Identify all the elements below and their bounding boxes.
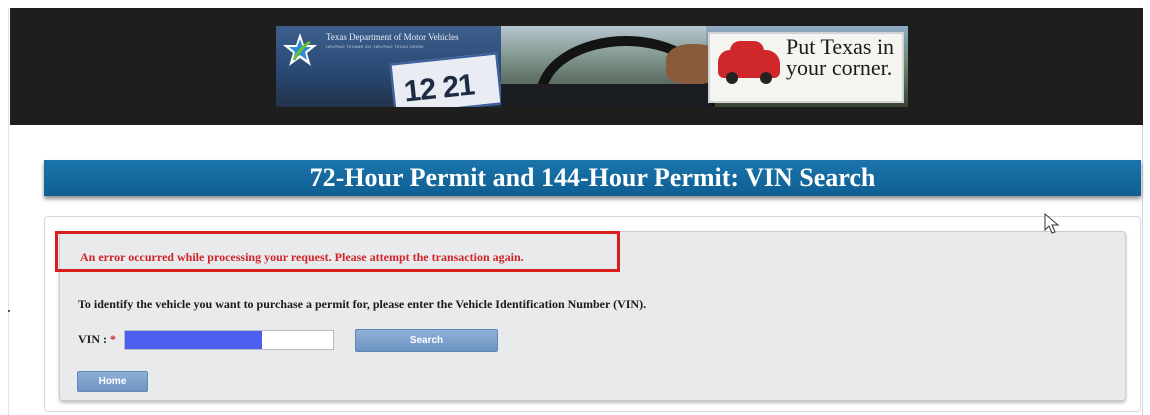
vin-redaction	[125, 331, 263, 349]
stray-dot	[8, 310, 10, 312]
page-title: 72-Hour Permit and 144-Hour Permit: VIN …	[309, 163, 876, 192]
agency-name: Texas Department of Motor Vehicles	[326, 32, 459, 42]
home-button[interactable]: Home	[77, 371, 148, 392]
banner-dashboard	[501, 84, 711, 107]
search-button[interactable]: Search	[355, 329, 498, 352]
sticker-date: 12 21	[402, 68, 476, 107]
page-title-bar: 72-Hour Permit and 144-Hour Permit: VIN …	[44, 160, 1141, 196]
vin-instruction: To identify the vehicle you want to purc…	[78, 297, 647, 311]
car-wheel-icon	[726, 72, 738, 84]
vin-input[interactable]	[124, 330, 334, 350]
vin-label-text: VIN :	[78, 332, 107, 346]
vin-label: VIN : *	[78, 332, 116, 347]
required-marker: *	[110, 332, 116, 346]
txdmv-star-logo-icon	[283, 33, 317, 66]
agency-tagline: HELPING TEXANS GO. HELPING TEXAS GROW.	[326, 44, 425, 49]
car-wheel-icon	[760, 72, 772, 84]
error-message: An error occurred while processing your …	[80, 250, 524, 264]
header-banner: Texas Department of Motor Vehicles HELPI…	[276, 26, 908, 107]
slogan-text: Put Texas in your corner.	[786, 34, 895, 80]
mouse-pointer-icon	[1044, 213, 1060, 234]
